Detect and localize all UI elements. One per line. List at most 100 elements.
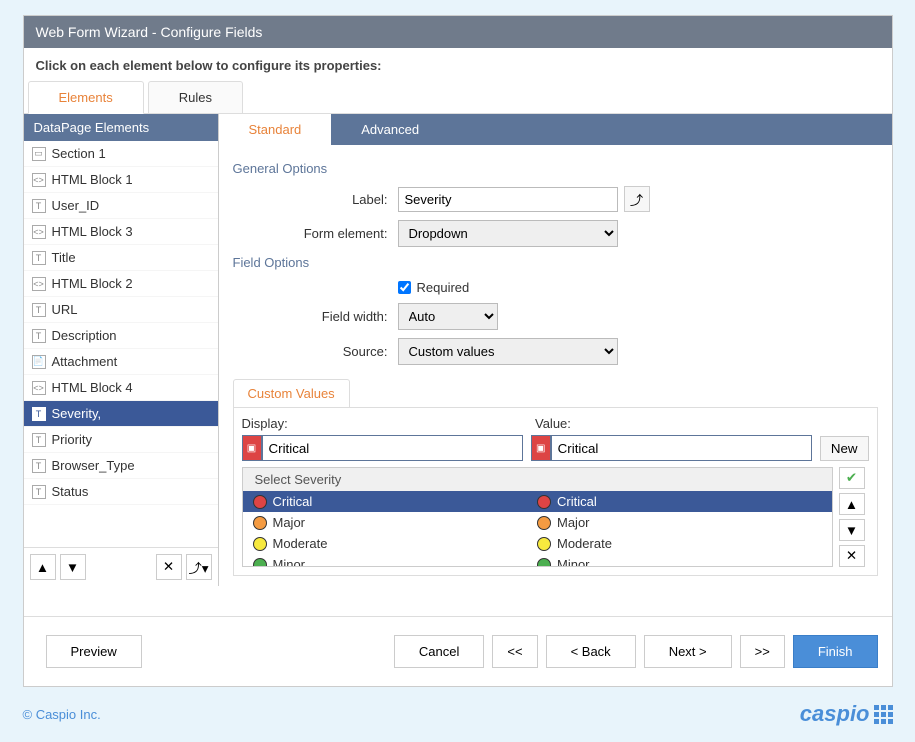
tab-advanced[interactable]: Advanced [331, 114, 449, 145]
field-type-icon: T [32, 459, 46, 473]
custom-values-tab[interactable]: Custom Values [233, 379, 350, 408]
cv-list-header: Select Severity [243, 468, 832, 491]
severity-dot-icon [537, 495, 551, 509]
cv-row[interactable]: Minor Minor [243, 554, 832, 567]
custom-values-list[interactable]: Select Severity Critical Critical MajorMaj… [242, 467, 833, 567]
sidebar-item-status[interactable]: T Status [24, 479, 218, 505]
sidebar-item-label: Status [52, 484, 89, 499]
element-list[interactable]: ↖ ▭Section 1<>HTML Block 1TUser_ID<>HTML… [24, 141, 218, 547]
value-input[interactable] [551, 435, 812, 461]
cv-value: Critical [557, 494, 597, 509]
cv-row[interactable]: Critical Critical [243, 491, 832, 512]
sidebar-item-section-1[interactable]: ▭ Section 1 [24, 141, 218, 167]
sidebar-item-label: HTML Block 3 [52, 224, 133, 239]
cv-down-button[interactable]: ▼ [839, 519, 865, 541]
tab-elements[interactable]: Elements [28, 81, 144, 114]
cv-up-button[interactable]: ▲ [839, 493, 865, 515]
copyright: © Caspio Inc. [23, 707, 101, 722]
cv-accept-button[interactable]: ✔ [839, 467, 865, 489]
sidebar-item-label: HTML Block 4 [52, 380, 133, 395]
tab-standard[interactable]: Standard [219, 114, 332, 145]
form-element-select[interactable]: Dropdown [398, 220, 618, 247]
sidebar-item-url[interactable]: TURL [24, 297, 218, 323]
first-button[interactable]: << [492, 635, 537, 668]
tab-rules[interactable]: Rules [148, 81, 243, 113]
footer: Preview Cancel << < Back Next > >> Finis… [24, 616, 892, 686]
field-width-label: Field width: [233, 309, 398, 324]
sidebar-item-label: User_ID [52, 198, 100, 213]
cv-value: Major [557, 515, 590, 530]
sidebar-item-html-block-4[interactable]: <> HTML Block 4 [24, 375, 218, 401]
sidebar-item-browser-type[interactable]: TBrowser_Type [24, 453, 218, 479]
move-down-button[interactable]: ▼ [60, 554, 86, 580]
general-options-header: General Options [233, 161, 878, 176]
sidebar-item-html-block-2[interactable]: <>HTML Block 2 [24, 271, 218, 297]
preview-button[interactable]: Preview [46, 635, 142, 668]
sidebar-item-html-block-1[interactable]: <>HTML Block 1 [24, 167, 218, 193]
value-header: Value: [535, 416, 829, 435]
cv-display: Critical [273, 494, 313, 509]
wizard-window: Web Form Wizard - Configure Fields Click… [23, 15, 893, 687]
sidebar-header: DataPage Elements [24, 114, 218, 141]
cv-row[interactable]: Moderate Moderate [243, 533, 832, 554]
new-button[interactable]: New [820, 436, 869, 461]
severity-dot-icon [253, 558, 267, 568]
severity-dot-icon [253, 516, 267, 530]
display-input[interactable] [262, 435, 523, 461]
display-header: Display: [242, 416, 536, 435]
config-tabs: Standard Advanced [219, 114, 892, 145]
severity-dot-icon [253, 495, 267, 509]
sidebar-item-priority[interactable]: TPriority [24, 427, 218, 453]
sidebar-item-label: Section 1 [52, 146, 106, 161]
cancel-button[interactable]: Cancel [394, 635, 484, 668]
required-checkbox[interactable] [398, 281, 411, 294]
next-button[interactable]: Next > [644, 635, 732, 668]
sidebar-item-description[interactable]: T Description [24, 323, 218, 349]
label-input[interactable] [398, 187, 618, 212]
finish-button[interactable]: Finish [793, 635, 878, 668]
sidebar-item-attachment[interactable]: 📄 Attachment [24, 349, 218, 375]
cv-row[interactable]: MajorMajor [243, 512, 832, 533]
move-up-button[interactable]: ▲ [30, 554, 56, 580]
delete-button[interactable]: ✕ [156, 554, 182, 580]
last-button[interactable]: >> [740, 635, 785, 668]
field-type-icon: <> [32, 381, 46, 395]
sidebar-toolbar: ▲ ▼ ✕ ⤴▾ [24, 547, 218, 586]
sidebar-item-user-id[interactable]: TUser_ID [24, 193, 218, 219]
window-title: Web Form Wizard - Configure Fields [24, 16, 892, 48]
field-width-select[interactable]: Auto [398, 303, 498, 330]
config-panel: Standard Advanced General Options Label:… [219, 114, 892, 586]
back-button[interactable]: < Back [546, 635, 636, 668]
field-type-icon: ▭ [32, 147, 46, 161]
field-type-icon: T [32, 329, 46, 343]
sidebar: DataPage Elements ↖ ▭Section 1<>HTML Blo… [24, 114, 219, 586]
sidebar-item-label: Title [52, 250, 76, 265]
sidebar-item-label: Description [52, 328, 117, 343]
main-tabs: Elements Rules [24, 81, 892, 114]
field-type-icon: 📄 [32, 355, 46, 369]
sidebar-item-title[interactable]: TTitle [24, 245, 218, 271]
sidebar-item-label: HTML Block 2 [52, 276, 133, 291]
cv-value: Moderate [557, 536, 612, 551]
field-type-icon: T [32, 485, 46, 499]
field-type-icon: T [32, 407, 46, 421]
sidebar-item-label: Attachment [52, 354, 118, 369]
sidebar-item-label: URL [52, 302, 78, 317]
source-label: Source: [233, 344, 398, 359]
instruction-text: Click on each element below to configure… [24, 48, 892, 81]
form-element-label: Form element: [233, 226, 398, 241]
sidebar-item-label: Priority [52, 432, 92, 447]
sidebar-item-severity-[interactable]: T Severity, [24, 401, 218, 427]
source-select[interactable]: Custom values [398, 338, 618, 365]
insert-button[interactable]: ⤴▾ [186, 554, 212, 580]
severity-dot-icon [537, 516, 551, 530]
cv-value: Minor [557, 557, 590, 567]
caspio-logo: caspio [800, 701, 893, 727]
cv-display: Minor [273, 557, 306, 567]
sidebar-item-html-block-3[interactable]: <>HTML Block 3 [24, 219, 218, 245]
sidebar-item-label: Severity, [52, 406, 102, 421]
cv-display: Moderate [273, 536, 328, 551]
severity-dot-icon [537, 558, 551, 568]
cv-delete-button[interactable]: ✕ [839, 545, 865, 567]
label-lang-button[interactable]: ⤴ [624, 186, 650, 212]
